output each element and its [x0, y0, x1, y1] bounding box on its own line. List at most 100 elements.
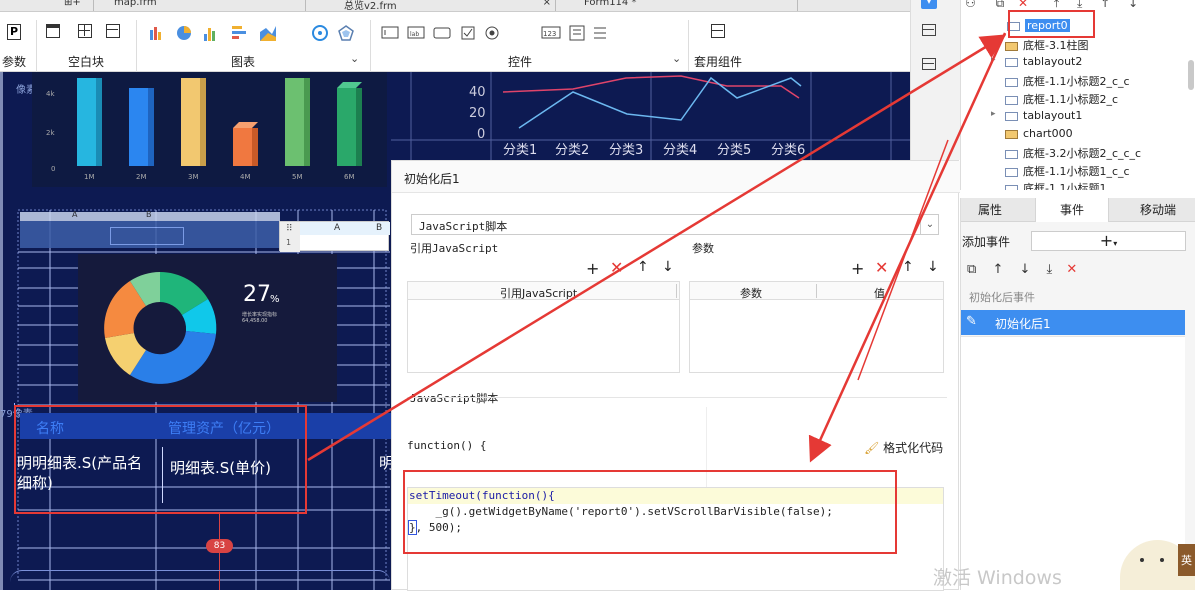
move-down-param-button[interactable]: ↓ — [927, 259, 939, 275]
move-up-param-button[interactable]: ↑ — [902, 259, 914, 275]
embedded-sheet[interactable]: ⠿ 1 A B — [279, 221, 390, 252]
move-down-ref-js-button[interactable]: ↓ — [662, 259, 674, 275]
move-top-icon[interactable]: ⤒ — [1054, 0, 1059, 10]
y-tick-label: 40 — [469, 85, 486, 100]
move-bottom-icon[interactable]: ⤓ — [1077, 0, 1082, 10]
blank-block-icon-1[interactable] — [46, 24, 60, 38]
add-ref-js-button[interactable]: + — [586, 259, 599, 278]
format-code-button[interactable]: 🖌 格式化代码 — [864, 439, 943, 456]
file-tab-map[interactable]: map.frm — [96, 0, 306, 11]
x-tick-label: 1M — [84, 173, 95, 181]
delete-ref-js-button[interactable]: ✕ — [610, 258, 623, 277]
x-tick-label: 5M — [292, 173, 303, 181]
ribbon-group-chart[interactable]: 图表 — [231, 53, 255, 70]
add-event-button[interactable]: +▾ — [1031, 231, 1186, 251]
bar-5m — [285, 78, 310, 166]
tree-item[interactable]: ▸ tablayout2 — [991, 55, 1082, 68]
tree-item[interactable]: 底框-1.1小标题2_c — [1005, 91, 1118, 107]
blank-block-icon-3[interactable] — [106, 24, 120, 38]
tree-item[interactable]: 底框-3.1柱图 — [1005, 37, 1088, 53]
canvas-footer-frame — [10, 570, 390, 590]
ime-indicator[interactable]: 英 — [1178, 544, 1195, 576]
copy-icon[interactable]: ⧉ — [967, 262, 976, 277]
move-up-icon[interactable]: ↑ — [1100, 0, 1110, 10]
tree-item[interactable]: 底框-3.2小标题2_c_c_c — [1005, 145, 1141, 161]
embedded-report-strip[interactable]: A B — [20, 210, 280, 248]
delete-icon[interactable]: ✕ — [1018, 0, 1028, 10]
area-chart-icon — [260, 26, 276, 41]
x-tick-label: 3M — [188, 173, 199, 181]
tree-item[interactable]: chart000 — [1005, 127, 1073, 140]
y-tick-label: 2k — [46, 129, 55, 137]
expand-icon[interactable]: ▸ — [991, 55, 996, 65]
chevron-down-icon[interactable]: ⌄ — [350, 52, 359, 65]
ribbon-group-widget[interactable]: 控件 — [508, 53, 532, 70]
column-chart-icon — [150, 27, 161, 40]
tree-item[interactable]: 底框-1.1小标题2_c_c — [1005, 73, 1130, 89]
component-tree-panel: ⚇ ⧉ ✕ ⤒ ⤓ ↑ ↓ report0 底框-3.1柱图 ▸ tablayou… — [960, 0, 1195, 190]
design-canvas[interactable]: 像素 4k 2k 0 1M 2M 3M 4M 5M 6M A B ⠿ 1 A B… — [0, 72, 391, 590]
file-tab-overview[interactable]: 总览v2.frm × — [326, 0, 556, 11]
dropdown-toggle-icon[interactable]: ▾ — [921, 0, 937, 9]
svg-text:123: 123 — [543, 30, 556, 38]
add-param-button[interactable]: + — [851, 259, 864, 278]
ref-js-label: 引用JavaScript — [410, 242, 499, 255]
chevron-down-icon[interactable]: ⌄ — [672, 52, 681, 65]
bar-chart-3d[interactable]: 4k 2k 0 1M 2M 3M 4M 5M 6M — [32, 72, 387, 187]
tab-properties[interactable]: 属性 — [961, 198, 1019, 222]
chevron-down-icon[interactable]: ⌄ — [920, 215, 939, 234]
bar-4m — [233, 122, 258, 166]
expand-icon[interactable]: ▸ — [991, 109, 996, 119]
copy-icon[interactable]: ⧉ — [996, 0, 1005, 10]
chart-type-icons[interactable] — [148, 24, 358, 42]
move-up-ref-js-button[interactable]: ↑ — [637, 259, 649, 275]
ribbon-group-template[interactable]: 套用组件 — [694, 53, 742, 70]
donut-chart[interactable]: 27 % 增长率实现指标 64,458.00 — [78, 254, 337, 402]
grid-handle-icon: ⠿ — [286, 224, 293, 234]
delete-icon[interactable]: ✕ — [1066, 262, 1077, 277]
ribbon-group-blank[interactable]: 空白块 — [68, 53, 104, 70]
move-bottom-icon[interactable]: ⤓ — [1047, 262, 1053, 277]
event-group-label: 初始化后事件 — [969, 291, 1035, 304]
params-table[interactable]: 参数 值 — [689, 281, 944, 373]
event-item-selected[interactable]: ✎ 初始化后1 — [961, 310, 1185, 335]
close-icon[interactable]: × — [543, 0, 551, 8]
number-input-icon: 123 — [541, 26, 561, 39]
radar-chart-icon — [338, 25, 354, 41]
file-tab-bar: ⊞+ map.frm 总览v2.frm × Form114 * — [0, 0, 910, 12]
highlight-box-code — [403, 470, 897, 554]
widget-type-icons[interactable]: lab 123 — [380, 24, 610, 42]
tree-scrollbar[interactable] — [1188, 60, 1194, 90]
new-tab-button[interactable]: ⊞+ — [60, 0, 94, 11]
layout-icon-2[interactable] — [922, 58, 936, 70]
move-up-icon[interactable]: ↑ — [992, 262, 1003, 277]
tree-item[interactable]: ▸ tablayout1 — [991, 109, 1082, 122]
ribbon-group-param[interactable]: 参数 — [2, 53, 26, 70]
event-editor-dialog: 初始化后1 JavaScript脚本 ⌄ 引用JavaScript 参数 + ✕… — [391, 160, 960, 591]
event-type-select[interactable]: JavaScript脚本 ⌄ — [411, 214, 939, 235]
hierarchy-icon[interactable]: ⚇ — [965, 0, 976, 10]
move-down-icon[interactable]: ↓ — [1019, 262, 1030, 277]
edit-icon[interactable]: ✎ — [966, 314, 977, 329]
column-header: A — [72, 210, 78, 219]
parameter-icon[interactable]: P — [7, 24, 21, 40]
file-tab-form114[interactable]: Form114 * — [566, 0, 798, 11]
tree-item[interactable]: 底框-1.1小标题1_c_c — [1005, 163, 1130, 179]
move-down-icon[interactable]: ↓ — [1128, 0, 1138, 10]
line-chart[interactable]: 40 20 0 分类1 分类2 分类3 分类4 分类5 分类6 — [391, 72, 910, 162]
params-label: 参数 — [692, 242, 714, 255]
tree-item[interactable]: 底框-1.1小标题1 — [1005, 180, 1106, 190]
blank-block-icon-2[interactable] — [78, 24, 92, 38]
ref-js-table[interactable]: 引用JavaScript — [407, 281, 680, 373]
highlight-box-tree — [1008, 10, 1095, 38]
delete-param-button[interactable]: ✕ — [875, 258, 888, 277]
radio-icon — [485, 26, 499, 40]
donut-chart-svg — [104, 271, 217, 384]
bar-1m — [77, 78, 102, 166]
tab-mobile[interactable]: 移动端 — [1121, 198, 1195, 222]
frame-icon — [1005, 167, 1018, 177]
tab-events[interactable]: 事件 — [1035, 198, 1109, 222]
x-tick-label: 分类5 — [717, 143, 751, 158]
layout-icon-1[interactable] — [922, 24, 936, 36]
template-widget-icon[interactable] — [711, 24, 725, 38]
